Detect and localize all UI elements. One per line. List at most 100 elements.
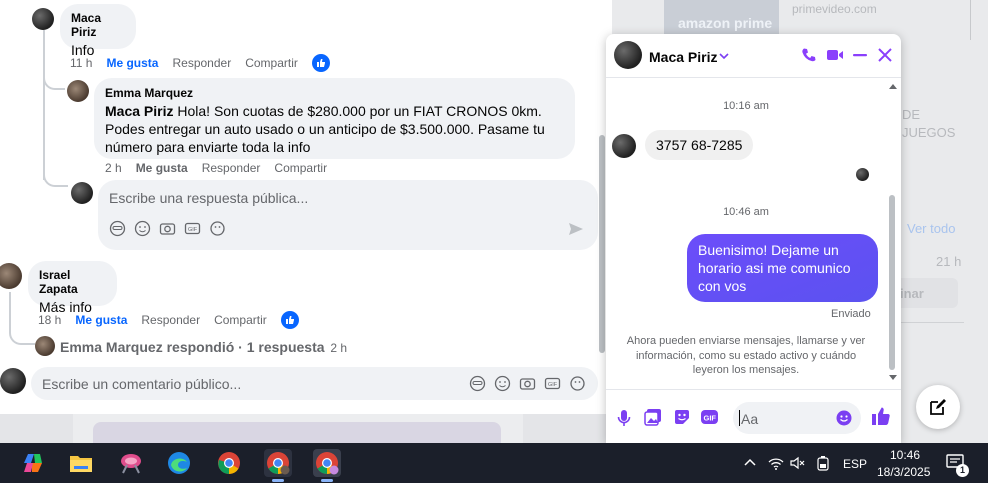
messenger-chat-window: Maca Piriz 10:16 am 3757 68-7285 10:46 a… [606,34,901,443]
copilot-icon [24,454,42,472]
ver-todo-link[interactable]: Ver todo [907,221,955,236]
edge-app[interactable] [165,449,193,477]
edit-icon [930,399,946,415]
incoming-message[interactable]: 3757 68-7285 [645,130,754,160]
avatar[interactable] [67,80,89,102]
comment-time[interactable]: 11 h [70,56,92,70]
share-button[interactable]: Compartir [274,161,327,175]
chrome-app[interactable] [215,449,243,477]
chevron-up-icon[interactable] [744,458,756,466]
send-icon[interactable] [568,221,584,237]
language-indicator[interactable]: ESP [843,457,867,471]
comment-tools: GIF [469,375,586,392]
new-message-button[interactable] [916,385,960,429]
reply-button[interactable]: Responder [141,313,200,327]
phone-icon[interactable] [801,47,817,63]
like-button[interactable]: Me gusta [106,56,158,70]
like-button[interactable]: Me gusta [136,161,188,175]
clock-date[interactable]: 18/3/2025 [877,465,930,479]
gif-icon[interactable]: GIF [544,375,561,392]
sticker-icon[interactable] [673,408,691,426]
avatar [35,336,55,356]
amazon-prime-label: amazon prime [678,15,773,31]
mention-link[interactable]: Maca Piriz [105,103,173,119]
battery-icon[interactable] [816,455,830,471]
reply-input-placeholder: Escribe una respuesta pública... [109,190,309,206]
scroll-down-icon[interactable] [889,375,897,381]
chat-scrollbar[interactable] [889,195,895,370]
replies-summary-time: 2 h [330,341,348,355]
snipping-tool-app[interactable] [117,449,145,477]
comment-author[interactable]: Israel Zapata [39,268,106,296]
chrome-profile-app[interactable] [264,449,292,482]
speaker-muted-icon[interactable] [790,456,806,470]
copilot-app[interactable] [19,449,47,477]
comment-input[interactable]: Escribe un comentario público... GIF [31,367,598,400]
chrome-profile-icon [316,452,339,475]
contact-avatar [612,134,636,158]
emoji-icon[interactable] [494,375,511,392]
like-reaction-icon [311,54,330,72]
thread-connector [43,160,68,187]
chrome-profile-icon [267,452,290,475]
folder-icon [70,456,92,472]
avatar-sticker-icon[interactable] [469,375,486,392]
comment-time[interactable]: 18 h [38,313,61,327]
video-call-icon[interactable] [826,48,844,62]
vertical-divider [970,0,971,40]
sticker-icon[interactable] [209,220,226,237]
emoji-icon[interactable] [134,220,151,237]
contact-avatar[interactable] [614,41,642,69]
notification-count: 1 [956,464,969,477]
sticker-icon[interactable] [569,375,586,392]
file-explorer-app[interactable] [67,449,95,477]
scroll-up-icon[interactable] [889,83,897,89]
outgoing-message-text: Buenisimo! Dejame un horario asi me comu… [698,242,851,294]
share-button[interactable]: Compartir [245,56,298,70]
clock-time[interactable]: 10:46 [890,448,920,462]
contact-name[interactable]: Maca Piriz [649,49,717,65]
comment-input-placeholder: Escribe un comentario público... [42,376,242,392]
message-input[interactable]: Aa [733,402,861,434]
close-icon[interactable] [878,48,892,62]
avatar-sticker-icon[interactable] [109,220,126,237]
view-replies-link[interactable]: Emma Marquez respondió · 1 respuesta 2 h [60,339,347,355]
like-button[interactable]: Me gusta [75,313,127,327]
chrome-profile-app-2[interactable] [313,449,341,482]
bg-button[interactable]: inar [894,278,958,308]
camera-icon[interactable] [159,220,176,237]
reply-input[interactable]: Escribe una respuesta pública... GIF [98,180,598,250]
avatar[interactable] [32,8,54,30]
chat-header: Maca Piriz [606,34,901,78]
reply-text: Maca Piriz Hola! Son cuotas de $280.000 … [105,102,564,156]
reply-time[interactable]: 2 h [105,161,122,175]
message-status: Enviado [831,308,871,320]
my-avatar[interactable] [71,182,93,204]
comment-author[interactable]: Maca Piriz [71,11,125,39]
my-avatar[interactable] [0,368,26,394]
emoji-icon[interactable] [836,410,852,426]
thumbs-up-icon[interactable] [871,406,891,426]
thread-line [43,30,45,180]
gif-icon[interactable]: GIF [184,220,201,237]
chat-messages: 10:16 am 3757 68-7285 10:46 am Buenisimo… [606,79,901,389]
microphone-icon[interactable] [617,409,631,427]
wifi-icon[interactable] [768,456,784,470]
chrome-icon [218,452,240,474]
reply-button[interactable]: Responder [172,56,231,70]
avatar[interactable] [0,263,22,289]
camera-icon[interactable] [519,375,536,392]
edge-icon [168,452,190,474]
gif-icon[interactable]: GIF [700,408,719,426]
share-button[interactable]: Compartir [214,313,267,327]
reply-author[interactable]: Emma Marquez [105,86,564,100]
reply-actions: 2 h Me gusta Responder Compartir [105,161,327,175]
message-input-placeholder: Aa [741,411,759,427]
chevron-down-icon[interactable] [719,52,729,60]
panel-scrollbar[interactable] [599,135,605,353]
minimize-icon[interactable] [853,54,867,57]
reply-button[interactable]: Responder [202,161,261,175]
photo-icon[interactable] [644,408,662,426]
read-receipt-avatar [856,168,869,181]
outgoing-message[interactable]: Buenisimo! Dejame un horario asi me comu… [687,234,878,302]
